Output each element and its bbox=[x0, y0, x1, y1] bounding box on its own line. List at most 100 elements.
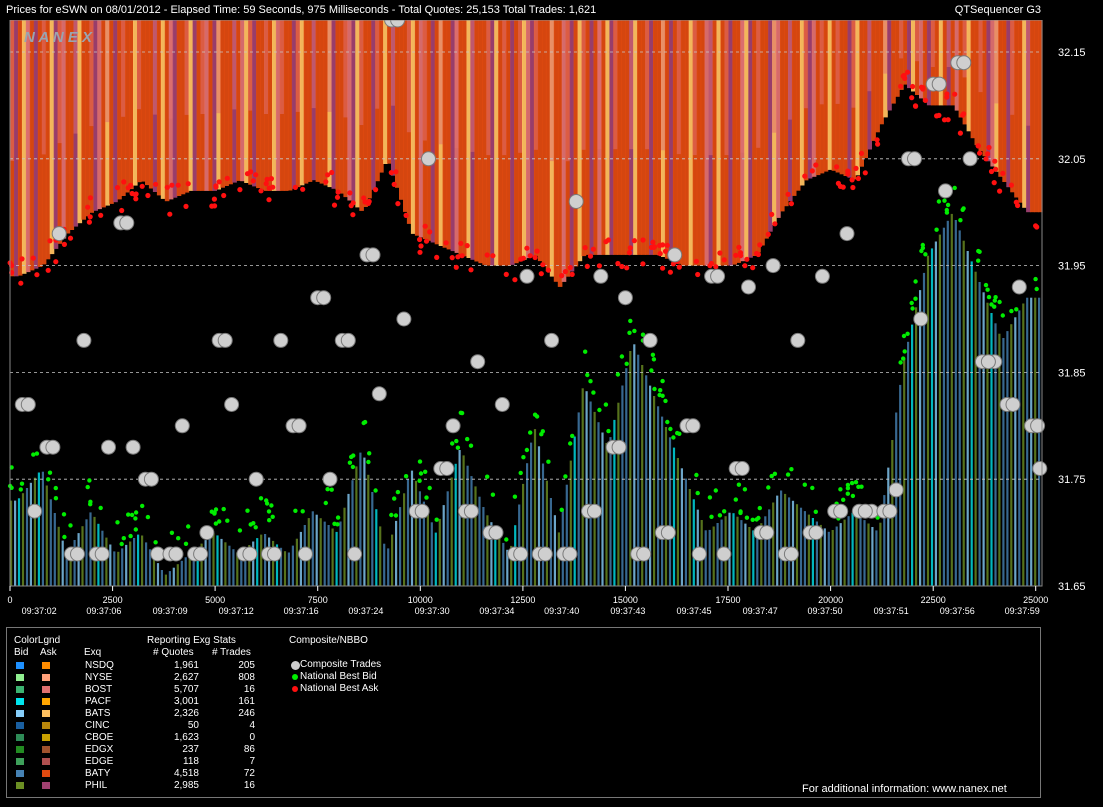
bid-quote-band bbox=[530, 442, 533, 586]
trade-count: 16 bbox=[243, 684, 255, 695]
bid-quote-band bbox=[990, 313, 993, 586]
national-best-bid-point bbox=[1033, 276, 1038, 282]
bid-quote-band bbox=[339, 521, 342, 586]
trade-count: 0 bbox=[249, 732, 255, 743]
national-best-bid-point bbox=[677, 431, 682, 436]
time-label: 09:37:16 bbox=[284, 606, 319, 616]
ask-quote-band bbox=[236, 20, 241, 181]
national-best-ask-point bbox=[47, 238, 53, 244]
national-best-ask-point bbox=[258, 188, 264, 194]
ask-quote-band bbox=[819, 20, 825, 105]
national-best-bid-point bbox=[540, 429, 545, 434]
bid-quote-band bbox=[208, 536, 211, 586]
national-best-ask-point bbox=[596, 263, 603, 269]
bid-quote-band bbox=[458, 450, 461, 586]
ask-quote-band bbox=[744, 20, 749, 260]
composite-trade-point bbox=[119, 215, 135, 231]
bid-quote-band bbox=[533, 429, 537, 586]
bid-quote-band bbox=[323, 521, 326, 586]
ask-quote-band bbox=[664, 20, 670, 259]
national-best-ask-point bbox=[788, 201, 795, 207]
national-best-ask-point bbox=[443, 240, 449, 246]
national-best-ask-point bbox=[922, 97, 929, 103]
composite-trade-point bbox=[291, 418, 307, 434]
national-best-bid-point bbox=[423, 469, 428, 474]
national-best-bid-point bbox=[264, 501, 270, 506]
national-best-ask-point bbox=[250, 178, 256, 184]
composite-trade-point bbox=[642, 332, 658, 348]
bid-quote-band bbox=[1014, 317, 1017, 586]
bid-quote-band bbox=[220, 538, 223, 586]
national-best-bid-point bbox=[140, 503, 145, 509]
time-label: 09:37:59 bbox=[1005, 606, 1040, 616]
bid-quote-band bbox=[875, 530, 878, 586]
ask-quote-band bbox=[470, 20, 475, 152]
bid-quote-band bbox=[549, 498, 552, 586]
national-best-bid-point bbox=[813, 509, 818, 514]
ask-quote-band bbox=[780, 20, 785, 212]
bid-quote-band bbox=[21, 493, 25, 586]
ask-quote-band bbox=[617, 20, 622, 255]
ask-swatch bbox=[42, 674, 50, 681]
bid-quote-band bbox=[887, 467, 890, 586]
bid-quote-band bbox=[799, 507, 803, 586]
national-best-ask-point bbox=[624, 265, 630, 271]
national-best-ask-point bbox=[169, 182, 175, 188]
ask-quote-band bbox=[732, 20, 737, 265]
national-best-ask-point bbox=[325, 172, 331, 178]
national-best-ask-point bbox=[853, 165, 859, 171]
ask-quote-band bbox=[498, 20, 503, 266]
national-best-ask-point bbox=[809, 168, 815, 174]
ask-quote-band bbox=[430, 20, 436, 243]
legend-stats-header: Reporting Exg Stats bbox=[147, 635, 236, 646]
exchange-name: PHIL bbox=[85, 780, 108, 791]
bid-quote-band bbox=[911, 324, 914, 586]
bid-quote-band bbox=[474, 486, 477, 586]
ask-quote-band bbox=[188, 20, 194, 191]
national-best-ask-point bbox=[403, 212, 409, 218]
ask-quote-band bbox=[69, 20, 75, 230]
composite-trade-point bbox=[513, 546, 529, 562]
bid-quote-band bbox=[260, 534, 263, 586]
national-best-bid-point bbox=[1014, 307, 1019, 312]
ask-quote-band bbox=[21, 20, 27, 274]
composite-trade-point bbox=[51, 226, 67, 242]
national-best-ask-point bbox=[941, 117, 948, 123]
bid-quote-band bbox=[593, 411, 596, 586]
ask-quote-band bbox=[148, 20, 154, 189]
bid-quote-band bbox=[45, 485, 48, 586]
national-best-ask-point bbox=[657, 242, 663, 249]
composite-trade-point bbox=[907, 151, 922, 167]
bid-quote-band bbox=[291, 545, 294, 586]
composite-trade-point bbox=[371, 386, 387, 402]
ask-quote-band bbox=[287, 20, 293, 191]
national-best-ask-point bbox=[992, 158, 998, 164]
national-best-bid-point bbox=[373, 488, 378, 493]
legend-bid-header: Bid bbox=[14, 647, 29, 658]
national-best-ask-point bbox=[676, 264, 682, 270]
legend-row: BATS 2,326 246 bbox=[7, 708, 277, 720]
bid-quote-band bbox=[919, 290, 922, 586]
national-best-bid-point bbox=[958, 218, 963, 223]
national-best-ask-point bbox=[121, 179, 127, 185]
national-best-bid-point bbox=[361, 420, 366, 426]
trade-count: 16 bbox=[243, 780, 255, 791]
national-best-ask-point bbox=[862, 170, 868, 176]
ask-quote-band bbox=[152, 20, 158, 115]
national-best-bid-point bbox=[769, 473, 774, 479]
national-best-ask-point bbox=[175, 182, 181, 188]
x-tick-label: 20000 bbox=[818, 595, 843, 605]
bid-quote-band bbox=[1002, 338, 1005, 586]
national-best-bid-point bbox=[942, 198, 947, 203]
national-best-ask-point bbox=[464, 243, 470, 249]
bid-quote-band bbox=[466, 465, 469, 586]
ask-quote-band bbox=[811, 20, 817, 177]
national-best-bid-point bbox=[468, 443, 474, 448]
time-label: 09:37:45 bbox=[676, 606, 711, 616]
bid-quote-band bbox=[228, 545, 231, 586]
composite-trade-point bbox=[537, 546, 553, 562]
bid-quote-band bbox=[57, 526, 60, 586]
nanex-watermark: N A N E X bbox=[24, 29, 93, 46]
composite-trade-point bbox=[470, 354, 486, 370]
trade-count: 72 bbox=[243, 768, 255, 779]
